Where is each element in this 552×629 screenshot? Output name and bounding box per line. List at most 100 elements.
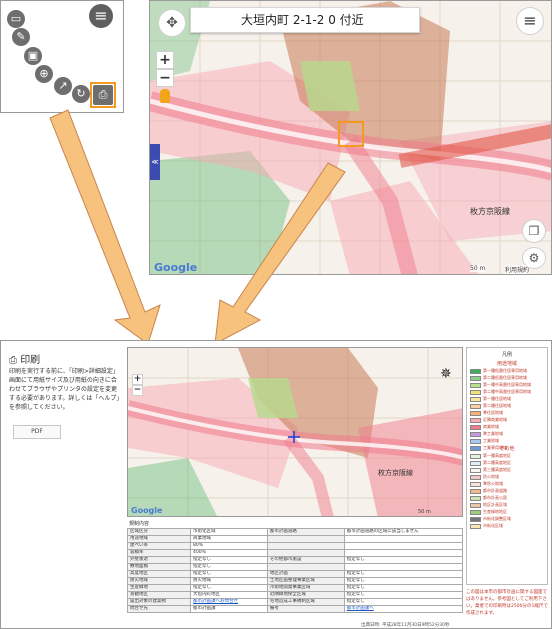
legend-item: 市街化区域 <box>470 523 503 529</box>
pegman-icon[interactable] <box>160 89 170 103</box>
table-cell: 都市計画道路 <box>266 528 345 536</box>
table-cell: 市街化区域 <box>190 528 268 536</box>
ruler-icon[interactable]: ▭ <box>7 10 25 28</box>
table-row: 用途地域 商業地域 <box>126 535 464 543</box>
legend-item: 第二種住居地域 <box>470 403 511 409</box>
globe-icon[interactable]: ⊕ <box>35 65 53 83</box>
legend-swatch <box>470 509 481 515</box>
table-cell: 指定なし <box>343 577 464 585</box>
legend-item: 準工業地域 <box>470 431 503 437</box>
legend-label: 都市計画公園 <box>483 495 507 500</box>
table-row: 問合せ先 都市計画課 備考 都市計画課へ <box>126 605 464 613</box>
google-logo: Google <box>154 261 198 274</box>
table-cell <box>343 535 464 543</box>
address-bar[interactable]: 大垣内町 2-1-2 0 付近 <box>190 7 420 33</box>
pdf-button[interactable]: PDF <box>13 425 61 439</box>
zoom-out-button[interactable]: − <box>132 385 143 396</box>
pencil-icon[interactable]: ✎ <box>12 28 30 46</box>
legend-label: 第二種住居地域 <box>483 403 511 408</box>
zoom-in-button[interactable]: + <box>156 51 174 69</box>
table-row: 防火地域 防火地域 土地区画整理事業区域 指定なし <box>126 577 464 585</box>
table-cell: 指定なし <box>343 570 464 578</box>
legend-swatch <box>470 453 481 459</box>
legend-label: 商業地域 <box>483 424 499 429</box>
table-cell <box>266 535 345 543</box>
legend-item: 第一種中高層住居専用地域 <box>470 382 531 388</box>
table-cell: 建ぺい率 <box>126 542 192 550</box>
table-cell <box>343 542 464 550</box>
route-icon[interactable]: ↗ <box>54 77 72 95</box>
footer-text: 出典日時: 平成28年11月30日9時52分30秒 <box>361 623 450 628</box>
layers-icon[interactable]: ❐ <box>522 219 546 243</box>
table-row: 景観地区 大垣内町地区 近隣緑地保全区域 指定なし <box>126 591 464 599</box>
legend-label: 第三種高度地区 <box>483 467 511 472</box>
zoom-out-button[interactable]: − <box>156 69 174 87</box>
table-cell: 指定なし <box>190 570 268 578</box>
hamburger-icon[interactable]: ≡ <box>516 7 544 35</box>
terms-link[interactable]: 利用規約 <box>505 265 530 274</box>
legend-label: 第二種低層住居専用地域 <box>483 375 527 380</box>
compass-icon[interactable]: ✥ <box>158 9 186 37</box>
table-cell: 指定なし <box>343 584 464 592</box>
legend-swatch <box>470 396 481 402</box>
north-arrow-icon: ✵ <box>440 366 452 382</box>
table-cell: 高度地区 <box>126 570 192 578</box>
legend-item: 防火地域 <box>470 474 499 480</box>
map-view[interactable]: ✥ ◀ 大垣内町 2-1-2 0 付近 ≡ + − ≪ 枚方京阪線 ❐ ⚙ Go… <box>149 0 552 275</box>
scale-label: 50 m <box>418 509 431 515</box>
legend-item: 生産緑地地区 <box>470 509 507 515</box>
legend-swatch <box>470 375 481 381</box>
table-cell: 敷地面積 <box>126 563 192 571</box>
table-cell: 指定なし <box>190 563 268 571</box>
legend-swatch <box>470 495 481 501</box>
table-row: 生産緑地 指定なし 市街地開発事業区域 指定なし <box>126 584 464 592</box>
table-cell: その他都市施設 <box>266 556 345 564</box>
table-row: 外壁後退 指定なし その他都市施設 指定なし <box>126 556 464 564</box>
image-icon[interactable]: ▣ <box>24 47 42 65</box>
legend-label: 地区計画区域 <box>483 502 507 507</box>
legend-swatch <box>470 488 481 494</box>
table-cell <box>266 563 345 571</box>
table-cell: 容積率 <box>126 549 192 557</box>
table-row: 敷地面積 指定なし <box>126 563 464 571</box>
legend-label: 第一種中高層住居専用地域 <box>483 382 531 387</box>
table-cell: 防火地域 <box>126 577 192 585</box>
table-cell: 近隣緑地保全区域 <box>266 591 345 599</box>
legend-label: 市街化区域 <box>483 523 503 528</box>
legend-swatch <box>470 467 481 473</box>
legend-item: 準防火地域 <box>470 481 503 487</box>
legend-item: 第一種高度地区 <box>470 453 511 459</box>
legend-item: 第二種低層住居専用地域 <box>470 375 527 381</box>
reload-icon[interactable]: ↻ <box>72 85 90 103</box>
hamburger-icon[interactable]: ≡ <box>89 4 113 28</box>
legend-swatch <box>470 431 481 437</box>
table-cell: 問合せ先 <box>126 605 192 613</box>
table-cell: 商業地域 <box>190 535 268 543</box>
print-panel: ⎙ 印刷 印刷を実行する前に、「印刷>詳細設定」画面にて用紙サイズ及び用紙の向き… <box>0 340 552 629</box>
tool-menu-panel: ≡ ▭ ✎ ▣ ⊕ ↗ ↻ ⎙ <box>0 0 124 113</box>
legend: 凡例 用途地域 第一種低層住居専用地域 第二種低層住居専用地域 第一種中高層住居専用… <box>466 347 548 585</box>
legend-label: 準住居地域 <box>483 410 503 415</box>
legend-label: 準防火地域 <box>483 481 503 486</box>
side-tab-button[interactable]: ≪ <box>150 144 160 180</box>
table-cell: 用途地域 <box>126 535 192 543</box>
table-cell <box>266 542 345 550</box>
table-row: 建ぺい率 80% <box>126 542 464 550</box>
selection-highlight <box>90 82 116 108</box>
table-row: 高度地区 指定なし 地区計画 指定なし <box>126 570 464 578</box>
zoom-in-button[interactable]: + <box>132 374 143 385</box>
table-row: 区域区分 市街化区域 都市計画道路 都市計画道路の区域に該当しません <box>126 528 464 536</box>
table-cell <box>343 563 464 571</box>
table-cell: 都市計画課 <box>190 605 268 613</box>
table-cell: 指定なし <box>343 556 464 564</box>
legend-swatch <box>470 410 481 416</box>
legend-swatch <box>470 523 481 529</box>
table-cell: 都市計画道路の区域に該当しません <box>343 528 464 536</box>
scale-label: 50 m <box>470 265 486 272</box>
table-cell: 400% <box>190 549 268 557</box>
table-cell: 景観地区 <box>126 591 192 599</box>
legend-section-title: 用途地域 <box>496 361 517 367</box>
table-cell: 指定なし <box>343 598 464 606</box>
table-cell: 届出対象の建築物 <box>126 598 192 606</box>
legend-label: 都市計画道路 <box>483 488 507 493</box>
